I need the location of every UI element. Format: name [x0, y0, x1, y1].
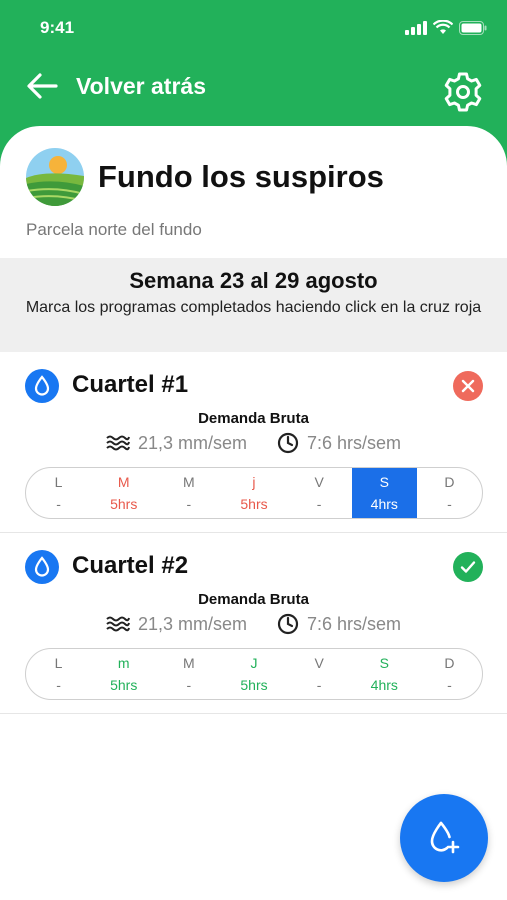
- day-value: -: [56, 677, 61, 693]
- day-cell[interactable]: M-: [156, 468, 221, 518]
- sector-name: Cuartel #2: [72, 552, 189, 579]
- day-value: 4hrs: [370, 496, 398, 512]
- day-label: S: [379, 655, 389, 671]
- status-icons: [405, 20, 487, 35]
- week-title: Semana 23 al 29 agosto: [129, 268, 378, 293]
- water-demand: 21,3 mm/sem: [137, 432, 247, 453]
- day-label: D: [444, 655, 455, 671]
- add-irrigation-button[interactable]: [400, 794, 488, 882]
- day-value: 5hrs: [240, 677, 268, 693]
- top-nav: Volver atrás: [0, 60, 507, 124]
- mark-complete-button[interactable]: [453, 371, 483, 401]
- farm-title: Fundo los suspiros: [98, 159, 384, 194]
- day-cell[interactable]: M-: [156, 649, 221, 699]
- day-value: 5hrs: [240, 496, 268, 512]
- day-label: j: [252, 474, 256, 490]
- demand-row: 21,3 mm/sem 7:6 hrs/sem: [0, 432, 507, 454]
- day-value: 5hrs: [110, 496, 138, 512]
- weekday-schedule: L- m 5hrs M- J 5hrs V- S 4hrs D-: [25, 648, 483, 700]
- farm-subtitle: Parcela norte del fundo: [26, 220, 202, 239]
- hours-demand: 7:6 hrs/sem: [306, 613, 402, 634]
- day-value: 4hrs: [370, 677, 398, 693]
- arrow-left-icon: [27, 73, 58, 99]
- day-label: L: [54, 474, 63, 490]
- add-drop-icon: [430, 821, 460, 854]
- signal-icon: [405, 20, 427, 35]
- farm-avatar: [26, 148, 84, 206]
- day-cell[interactable]: D-: [417, 468, 482, 518]
- day-value: -: [186, 677, 192, 693]
- day-label: M: [117, 474, 130, 490]
- completed-indicator[interactable]: [453, 552, 483, 582]
- status-bar: 9:41: [0, 0, 507, 56]
- day-label: M: [183, 655, 195, 671]
- waves-icon: [106, 435, 130, 451]
- day-label: J: [250, 655, 258, 671]
- demand-label: Demanda Bruta: [198, 591, 309, 608]
- hours-demand: 7:6 hrs/sem: [306, 432, 402, 453]
- water-drop-icon: [25, 550, 59, 584]
- demand-row: 21,3 mm/sem 7:6 hrs/sem: [0, 613, 507, 635]
- day-value: -: [447, 677, 452, 693]
- back-button[interactable]: Volver atrás: [26, 72, 206, 100]
- day-cell[interactable]: L-: [26, 649, 91, 699]
- day-label: V: [314, 474, 324, 490]
- close-icon: [461, 379, 475, 393]
- waves-icon: [106, 616, 130, 632]
- day-cell[interactable]: j 5hrs: [221, 468, 286, 518]
- clock-icon: [277, 432, 299, 454]
- day-label: M: [183, 474, 195, 490]
- day-label: m: [117, 655, 130, 671]
- day-value: 5hrs: [110, 677, 138, 693]
- farm-landscape-icon: [26, 148, 84, 206]
- sector-name: Cuartel #1: [72, 371, 189, 398]
- day-cell[interactable]: m 5hrs: [91, 649, 156, 699]
- day-cell[interactable]: V-: [287, 468, 352, 518]
- clock-icon: [277, 613, 299, 635]
- wifi-icon: [433, 20, 453, 34]
- day-value: -: [447, 496, 452, 512]
- content-sheet: Fundo los suspiros Parcela norte del fun…: [0, 126, 507, 900]
- day-cell[interactable]: M 5hrs: [91, 468, 156, 518]
- day-value: -: [186, 496, 192, 512]
- back-label: Volver atrás: [76, 72, 206, 99]
- day-label: V: [314, 655, 324, 671]
- day-value: -: [316, 496, 322, 512]
- farm-header: Fundo los suspiros: [26, 148, 384, 206]
- week-hint: Marca los programas completados haciendo…: [25, 299, 482, 316]
- day-cell[interactable]: J 5hrs: [221, 649, 286, 699]
- settings-button[interactable]: [441, 70, 485, 114]
- check-icon: [460, 561, 476, 573]
- weekday-schedule: L- M 5hrs M- j 5hrs V- S 4hrs D-: [25, 467, 483, 519]
- day-cell[interactable]: V-: [287, 649, 352, 699]
- water-demand: 21,3 mm/sem: [137, 613, 247, 634]
- week-banner: Semana 23 al 29 agosto Marca los program…: [0, 258, 507, 352]
- demand-label: Demanda Bruta: [198, 410, 309, 427]
- sector-card: Cuartel #2 Demanda Bruta 21,3 mm/sem 7:6…: [0, 534, 507, 714]
- day-cell[interactable]: L-: [26, 468, 91, 518]
- day-cell[interactable]: D-: [417, 649, 482, 699]
- gear-icon: [444, 72, 482, 112]
- day-label: L: [54, 655, 63, 671]
- sector-card: Cuartel #1 Demanda Bruta 21,3 mm/sem 7:6…: [0, 353, 507, 533]
- day-label: D: [444, 474, 455, 490]
- day-label: S: [379, 474, 389, 490]
- day-cell-selected[interactable]: S 4hrs: [351, 468, 417, 518]
- water-drop-icon: [25, 369, 59, 403]
- day-cell[interactable]: S 4hrs: [352, 649, 417, 699]
- status-time: 9:41: [40, 18, 75, 37]
- day-value: -: [56, 496, 61, 512]
- day-value: -: [316, 677, 322, 693]
- battery-icon: [459, 20, 487, 35]
